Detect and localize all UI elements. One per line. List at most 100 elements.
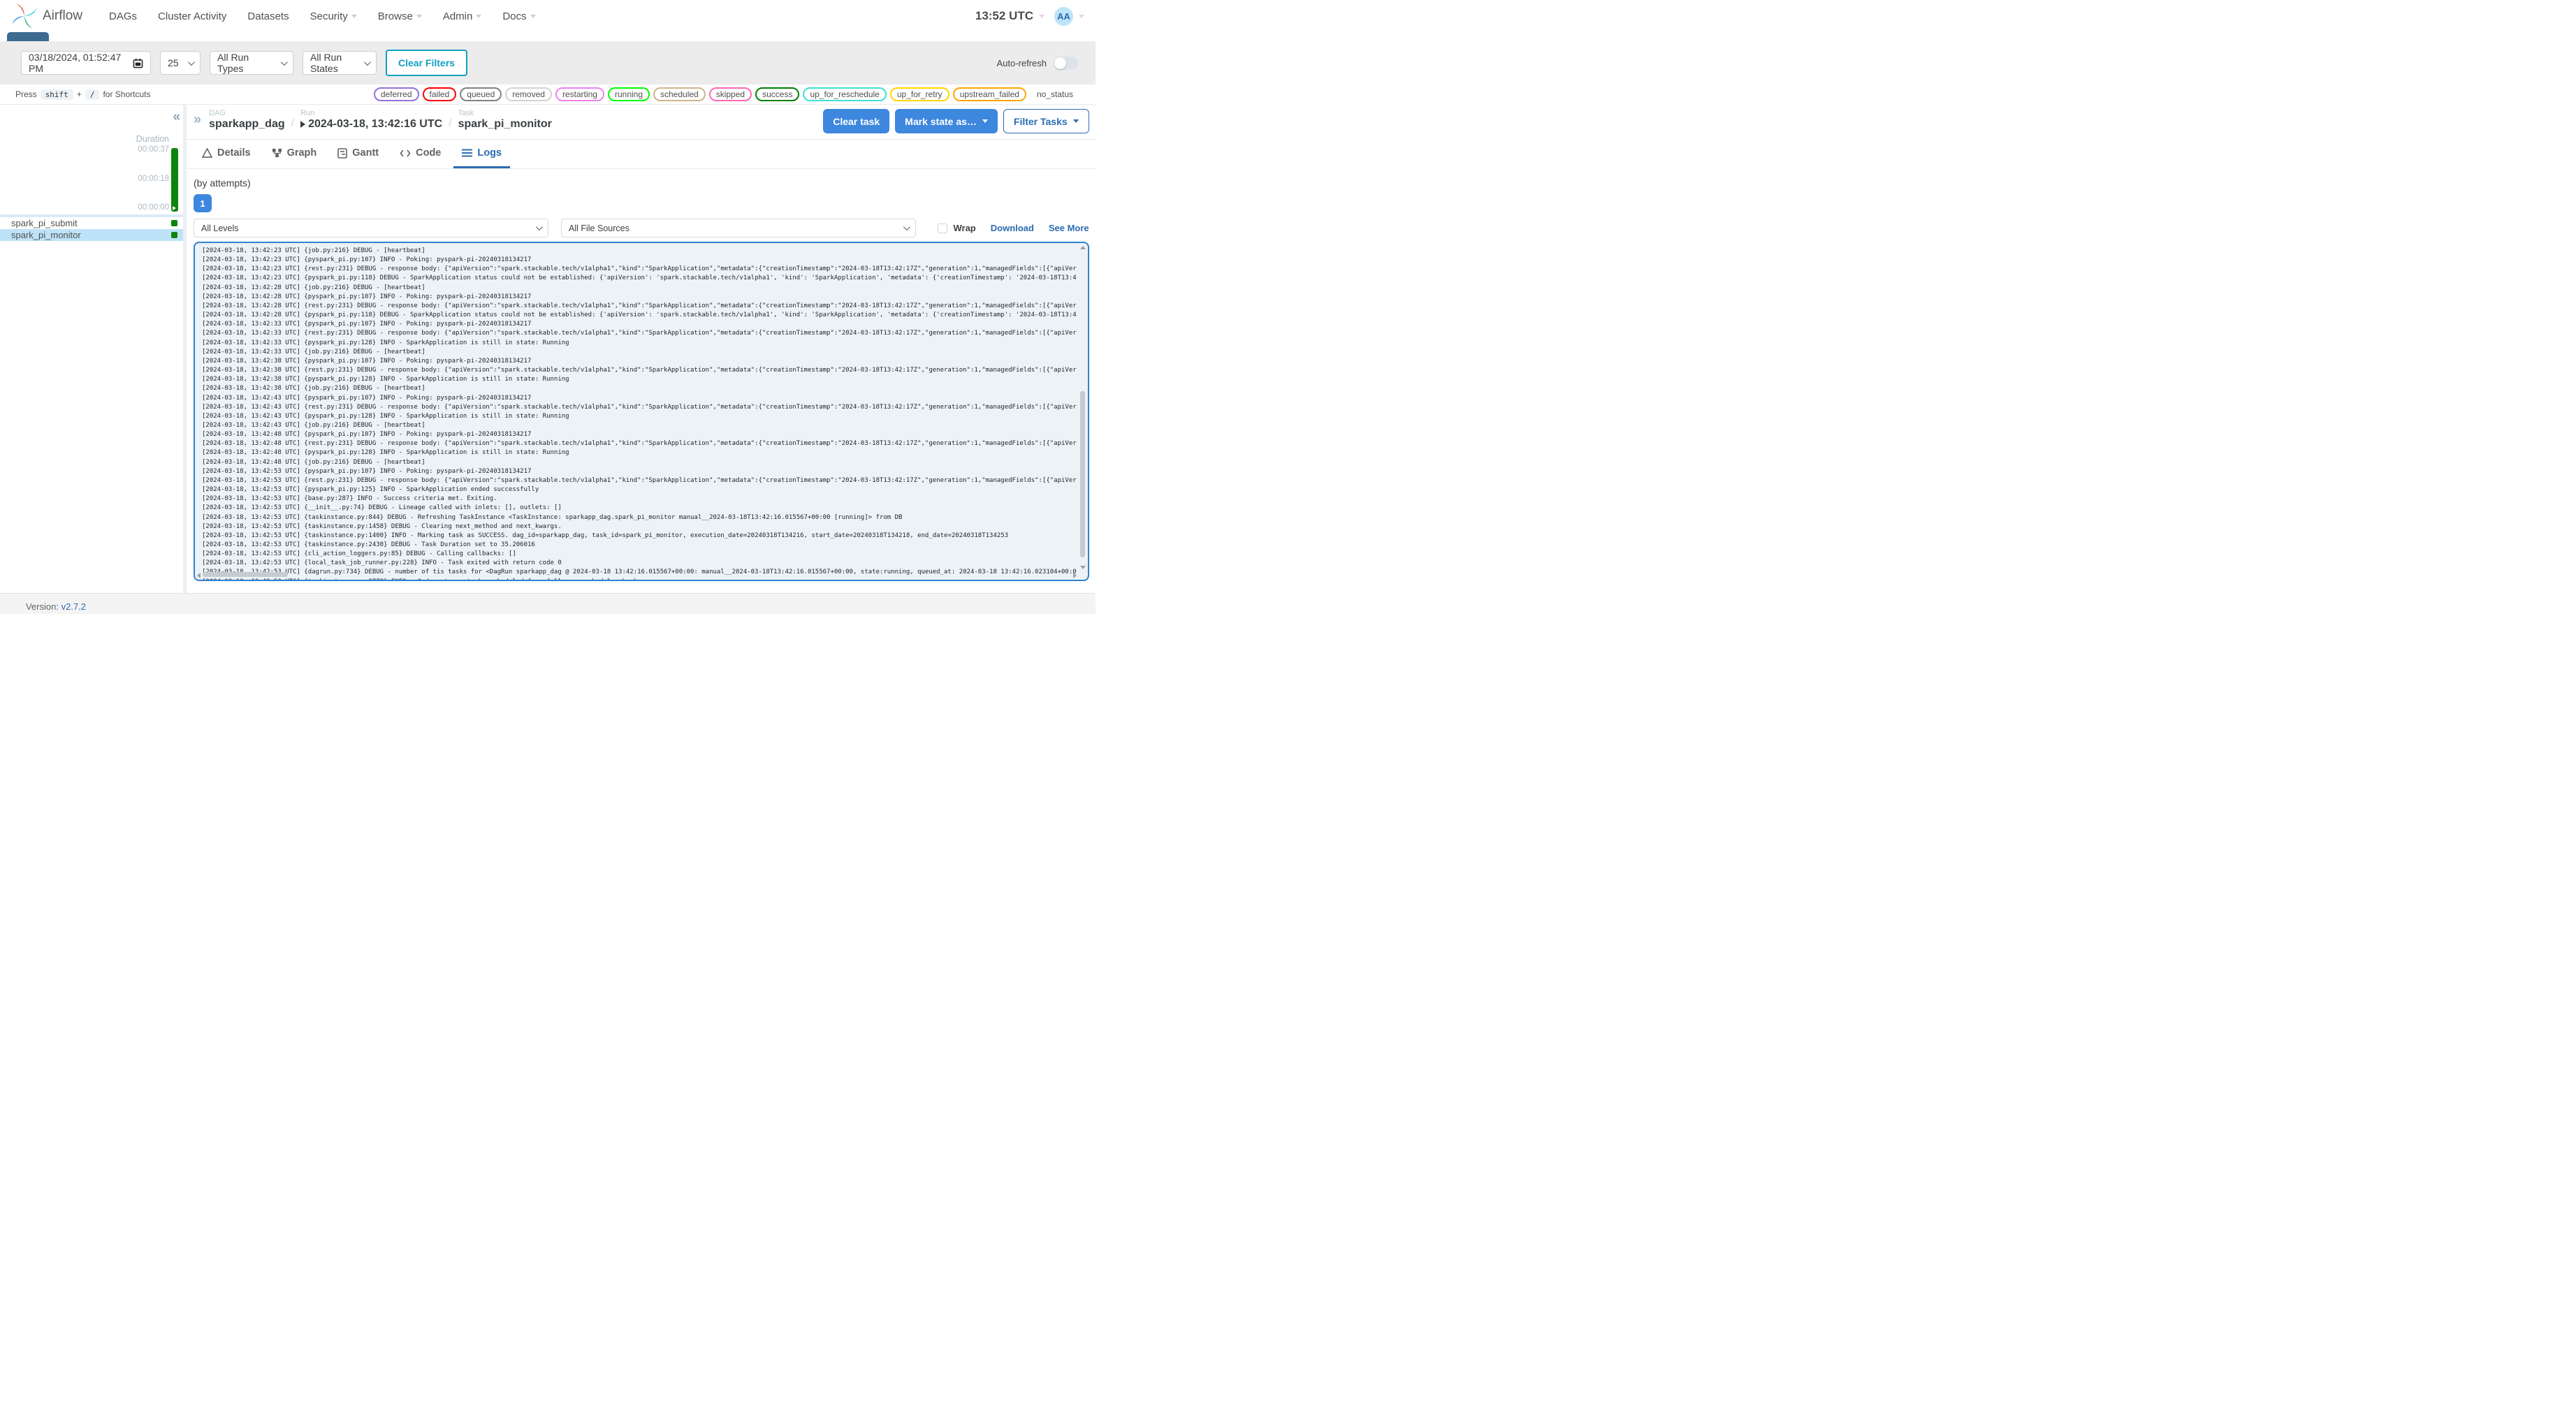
tab-gantt[interactable]: Gantt [329, 140, 387, 168]
nav-item-label: Admin [442, 10, 473, 22]
task-row[interactable]: spark_pi_monitor [0, 229, 183, 241]
page-size-select[interactable]: 25 [160, 51, 201, 75]
breadcrumb-run-value[interactable]: 2024-03-18, 13:42:16 UTC [300, 118, 442, 131]
state-badge[interactable]: removed [505, 87, 552, 101]
breadcrumb-task-value[interactable]: spark_pi_monitor [458, 118, 552, 131]
horizontal-scroll-thumb[interactable] [203, 572, 288, 577]
nav-item-label: Security [310, 10, 348, 22]
state-badge[interactable]: up_for_reschedule [803, 87, 887, 101]
navbar: Airflow DAGs Cluster Activity Datasets Secu… [0, 0, 1096, 32]
state-badge[interactable]: queued [460, 87, 502, 101]
log-line: [2024-03-18, 13:42:53 UTC] {taskinstance… [202, 532, 1009, 539]
log-level-value: All Levels [201, 223, 239, 233]
vertical-scrollbar[interactable] [1079, 244, 1086, 571]
tab-code[interactable]: Code [391, 140, 449, 168]
task-row[interactable]: spark_pi_submit [0, 217, 183, 229]
scroll-left-arrow-icon[interactable] [197, 573, 201, 578]
scroll-up-arrow-icon[interactable] [1079, 246, 1086, 249]
state-badge[interactable]: no_status [1029, 87, 1080, 101]
state-badge[interactable]: failed [422, 87, 457, 101]
tab-logs[interactable]: Logs [453, 140, 511, 168]
log-line: [2024-03-18, 13:42:23 UTC] {rest.py:231}… [202, 265, 1077, 273]
user-menu[interactable]: AA [1054, 6, 1084, 26]
by-attempts-label: (by attempts) [194, 177, 251, 189]
tab-bar: Details Graph Gantt Code Logs [187, 140, 1096, 169]
clock-label: 13:52 UTC [975, 9, 1033, 22]
task-status-square[interactable] [171, 220, 177, 226]
nav-item[interactable]: Datasets [247, 10, 289, 22]
log-line: [2024-03-18, 13:42:23 UTC] {pyspark_pi.p… [202, 274, 1077, 282]
state-badge[interactable]: deferred [373, 87, 419, 101]
chevron-down-icon [416, 14, 422, 18]
log-level-select[interactable]: All Levels [194, 219, 548, 237]
double-chevron-icon[interactable]: » [194, 112, 201, 128]
clear-task-button[interactable]: Clear task [823, 109, 890, 133]
grid-button-fragment[interactable] [7, 32, 49, 41]
mark-state-as-button[interactable]: Mark state as… [895, 109, 998, 133]
state-badge[interactable]: skipped [708, 87, 752, 101]
state-badge[interactable]: up_for_retry [889, 87, 949, 101]
task-status-square[interactable] [171, 232, 177, 238]
collapse-sidebar-button[interactable]: « [173, 110, 180, 124]
breadcrumb-separator: / [291, 117, 295, 129]
version-link[interactable]: v2.7.2 [61, 601, 86, 612]
log-line: [2024-03-18, 13:42:53 UTC] {taskinstance… [202, 522, 562, 530]
nav-item[interactable]: Admin [443, 10, 482, 22]
vertical-scroll-thumb[interactable] [1079, 391, 1085, 558]
log-line: [2024-03-18, 13:42:38 UTC] {pyspark_pi.p… [202, 376, 569, 383]
logs-icon [462, 149, 473, 157]
wrap-checkbox[interactable] [938, 223, 948, 233]
see-more-link[interactable]: See More [1049, 223, 1089, 233]
airflow-brand[interactable]: Airflow [11, 3, 82, 29]
breadcrumb-dag-value[interactable]: sparkapp_dag [209, 118, 284, 131]
run-duration-bar[interactable] [171, 148, 178, 212]
footer: Version: v2.7.2 [0, 593, 1096, 614]
log-line: [2024-03-18, 13:42:53 UTC] {taskinstance… [202, 513, 903, 521]
state-badge[interactable]: running [607, 87, 650, 101]
nav-item[interactable]: DAGs [109, 10, 137, 22]
tab-label: Logs [477, 147, 502, 159]
tab-details[interactable]: Details [194, 140, 259, 168]
run-states-select[interactable]: All Run States [303, 51, 377, 75]
horizontal-scrollbar[interactable] [196, 571, 1077, 578]
shortcut-bar: Press shift + / for Shortcuts deferred fa… [0, 85, 1096, 105]
auto-refresh-toggle[interactable] [1054, 56, 1079, 70]
clock-dropdown[interactable]: 13:52 UTC [975, 9, 1045, 23]
chevron-down-icon [280, 58, 288, 66]
nav-item[interactable]: Security [310, 10, 357, 22]
task-panel: » DAG sparkapp_dag / Run 2024-03-18, 13:… [187, 105, 1096, 593]
download-link[interactable]: Download [991, 223, 1034, 233]
nav-item-label: Cluster Activity [158, 10, 227, 22]
chevron-down-icon [903, 223, 910, 231]
breadcrumb-task-label: Task [458, 109, 474, 117]
scroll-right-arrow-icon[interactable] [1072, 573, 1077, 578]
log-line: [2024-03-18, 13:42:43 UTC] {pyspark_pi.p… [202, 394, 532, 402]
state-badge[interactable]: upstream_failed [952, 87, 1026, 101]
state-badge[interactable]: scheduled [653, 87, 706, 101]
base-date-input[interactable]: 03/18/2024, 01:52:47 PM [21, 51, 151, 75]
filter-tasks-button[interactable]: Filter Tasks [1003, 109, 1089, 133]
tab-label: Graph [286, 147, 317, 159]
chevron-down-icon [1072, 119, 1079, 123]
run-state-icon [300, 121, 306, 128]
clear-filters-button[interactable]: Clear Filters [386, 50, 467, 76]
nav-item[interactable]: Docs [502, 10, 536, 22]
log-line: [2024-03-18, 13:42:48 UTC] {job.py:216} … [202, 458, 425, 466]
tab-graph[interactable]: Graph [263, 140, 326, 168]
state-badge[interactable]: restarting [555, 87, 604, 101]
avatar[interactable]: AA [1054, 6, 1073, 26]
nav-item[interactable]: Cluster Activity [158, 10, 226, 22]
nav-item-label: Datasets [247, 10, 289, 22]
scroll-down-arrow-icon[interactable] [1079, 566, 1086, 569]
nav-item[interactable]: Browse [378, 10, 422, 22]
chevron-down-icon [982, 119, 988, 123]
state-badge[interactable]: success [755, 87, 800, 101]
log-lines: [2024-03-18, 13:42:23 UTC] {job.py:216} … [202, 247, 1077, 580]
attempt-1-button[interactable]: 1 [194, 194, 212, 212]
log-line: [2024-03-18, 13:42:53 UTC] {__init__.py:… [202, 504, 562, 512]
run-types-select[interactable]: All Run Types [210, 51, 293, 75]
chevron-down-icon [1079, 14, 1084, 18]
file-source-select[interactable]: All File Sources [561, 219, 916, 237]
state-legend: deferred failed queued removed restarting run… [373, 87, 1080, 101]
run-date: 2024-03-18, 13:42:16 UTC [308, 118, 443, 130]
